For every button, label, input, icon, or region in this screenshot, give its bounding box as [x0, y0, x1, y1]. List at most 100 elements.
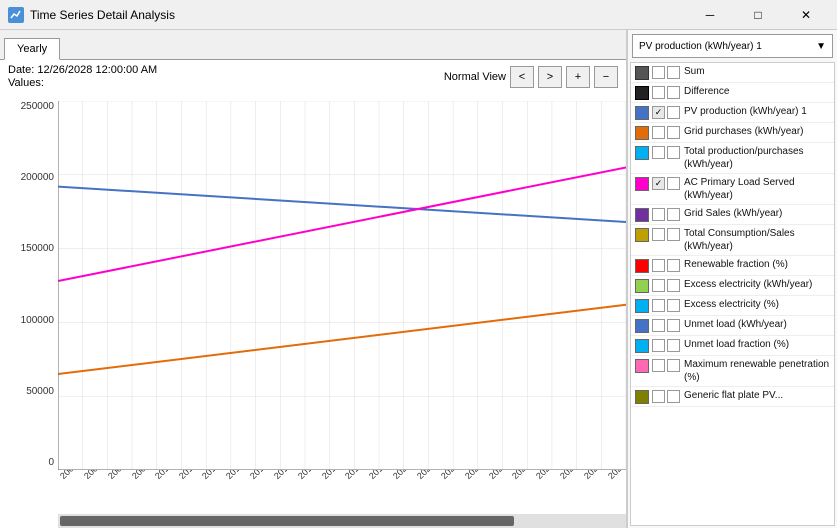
unmet-load-kwh-check2[interactable]: [667, 319, 680, 332]
x-label-2019: 2019: [367, 470, 388, 481]
sum-check2[interactable]: [667, 66, 680, 79]
minimize-button[interactable]: ─: [687, 0, 733, 30]
difference-label: Difference: [684, 85, 830, 98]
window-title: Time Series Detail Analysis: [30, 8, 175, 22]
sum-color-box: [635, 66, 649, 80]
ac-load-check1[interactable]: ✓: [652, 177, 665, 190]
nav-back-button[interactable]: <: [510, 66, 534, 88]
unmet-load-frac-legend-label: Unmet load fraction (%): [684, 338, 830, 351]
excess-elec-kwh-color: [635, 279, 649, 293]
legend-item-ac-load: ✓ AC Primary Load Served (kWh/year): [631, 174, 834, 205]
max-renewable-check1[interactable]: [652, 359, 665, 372]
zoom-in-button[interactable]: +: [566, 66, 590, 88]
nav-forward-button[interactable]: >: [538, 66, 562, 88]
total-consumption-check1[interactable]: [652, 228, 665, 241]
x-label-2023: 2023: [463, 470, 484, 481]
x-label-2018: 2018: [343, 470, 364, 481]
tab-yearly[interactable]: Yearly: [4, 38, 60, 60]
legend-area[interactable]: Sum Difference ✓ PV production (kWh/year…: [630, 62, 835, 526]
x-label-2022: 2022: [439, 470, 460, 481]
values-label: Values:: [8, 77, 157, 89]
total-production-check1[interactable]: [652, 146, 665, 159]
legend-item-excess-elec-kwh: Excess electricity (kWh/year): [631, 276, 834, 296]
x-label-2007: 2007: [82, 470, 103, 481]
sum-label: Sum: [684, 65, 830, 78]
renewable-fraction-check2[interactable]: [667, 259, 680, 272]
tab-bar: Yearly: [0, 30, 626, 60]
horizontal-scrollbar[interactable]: [58, 514, 626, 528]
ac-primary-load-line: [58, 167, 626, 281]
legend-item-unmet-load-frac: Unmet load fraction (%): [631, 336, 834, 356]
unmet-load-frac-check1[interactable]: [652, 339, 665, 352]
x-label-2025: 2025: [510, 470, 531, 481]
total-consumption-legend-label: Total Consumption/Sales (kWh/year): [684, 227, 830, 253]
ac-load-check2[interactable]: [667, 177, 680, 190]
excess-elec-kwh-check2[interactable]: [667, 279, 680, 292]
legend-item-grid-purchases: Grid purchases (kWh/year): [631, 123, 834, 143]
total-consumption-color: [635, 228, 649, 242]
pv-check2[interactable]: [667, 106, 680, 119]
pv-legend-label: PV production (kWh/year) 1: [684, 105, 830, 118]
x-label-2006: 2006: [58, 470, 79, 481]
x-label-2029: 2029: [606, 470, 626, 481]
excess-elec-kwh-legend-label: Excess electricity (kWh/year): [684, 278, 830, 291]
grid-purchases-check2[interactable]: [667, 126, 680, 139]
x-label-2015: 2015: [272, 470, 293, 481]
max-renewable-legend-label: Maximum renewable penetration (%): [684, 358, 830, 384]
grid-purchases-legend-label: Grid purchases (kWh/year): [684, 125, 830, 138]
grid-sales-check2[interactable]: [667, 208, 680, 221]
maximize-button[interactable]: □: [735, 0, 781, 30]
pv-check1[interactable]: ✓: [652, 106, 665, 119]
excess-elec-pct-check2[interactable]: [667, 299, 680, 312]
y-label-0: 0: [48, 457, 54, 468]
x-label-2020: 2020: [391, 470, 412, 481]
x-label-2021: 2021: [415, 470, 436, 481]
difference-check1[interactable]: [652, 86, 665, 99]
unmet-load-frac-check2[interactable]: [667, 339, 680, 352]
ac-load-color: [635, 177, 649, 191]
grid-sales-check1[interactable]: [652, 208, 665, 221]
x-label-2011: 2011: [177, 470, 198, 481]
grid-purchases-check1[interactable]: [652, 126, 665, 139]
generic-flatplate-check1[interactable]: [652, 390, 665, 403]
legend-item-generic-flatplate: Generic flat plate PV...: [631, 387, 834, 407]
date-label: Date: 12/26/2028 12:00:00 AM: [8, 64, 157, 76]
grid-purchases-line: [58, 305, 626, 374]
chart-header: Date: 12/26/2028 12:00:00 AM Values: Nor…: [0, 60, 626, 93]
x-label-2017: 2017: [320, 470, 341, 481]
right-panel: PV production (kWh/year) 1 ▼ Sum Dif: [627, 30, 837, 528]
total-production-check2[interactable]: [667, 146, 680, 159]
difference-check2[interactable]: [667, 86, 680, 99]
legend-item-total-consumption: Total Consumption/Sales (kWh/year): [631, 225, 834, 256]
zoom-out-button[interactable]: −: [594, 66, 618, 88]
x-label-2024: 2024: [487, 470, 508, 481]
total-consumption-check2[interactable]: [667, 228, 680, 241]
pv-line: [58, 187, 626, 222]
difference-checks: [652, 86, 680, 99]
unmet-load-kwh-check1[interactable]: [652, 319, 665, 332]
unmet-load-frac-color: [635, 339, 649, 353]
close-button[interactable]: ✕: [783, 0, 829, 30]
pv-dropdown[interactable]: PV production (kWh/year) 1 ▼: [632, 34, 833, 58]
excess-elec-kwh-check1[interactable]: [652, 279, 665, 292]
legend-item-renewable-fraction: Renewable fraction (%): [631, 256, 834, 276]
difference-color-box: [635, 86, 649, 100]
sum-check1[interactable]: [652, 66, 665, 79]
normal-view-label: Normal View: [444, 71, 506, 83]
excess-elec-pct-check1[interactable]: [652, 299, 665, 312]
excess-elec-pct-color: [635, 299, 649, 313]
max-renewable-check2[interactable]: [667, 359, 680, 372]
legend-difference-row: Difference: [631, 83, 834, 103]
generic-flatplate-check2[interactable]: [667, 390, 680, 403]
legend-item-total-production: Total production/purchases (kWh/year): [631, 143, 834, 174]
unmet-load-kwh-legend-label: Unmet load (kWh/year): [684, 318, 830, 331]
y-label-50000: 50000: [26, 386, 54, 397]
renewable-fraction-check1[interactable]: [652, 259, 665, 272]
y-axis: 250000 200000 150000 100000 50000 0: [0, 101, 58, 468]
scrollbar-thumb[interactable]: [60, 516, 514, 526]
title-bar: Time Series Detail Analysis ─ □ ✕: [0, 0, 837, 30]
total-production-legend-label: Total production/purchases (kWh/year): [684, 145, 830, 171]
x-label-2014: 2014: [248, 470, 269, 481]
x-label-2013: 2013: [224, 470, 245, 481]
legend-item-unmet-load-kwh: Unmet load (kWh/year): [631, 316, 834, 336]
